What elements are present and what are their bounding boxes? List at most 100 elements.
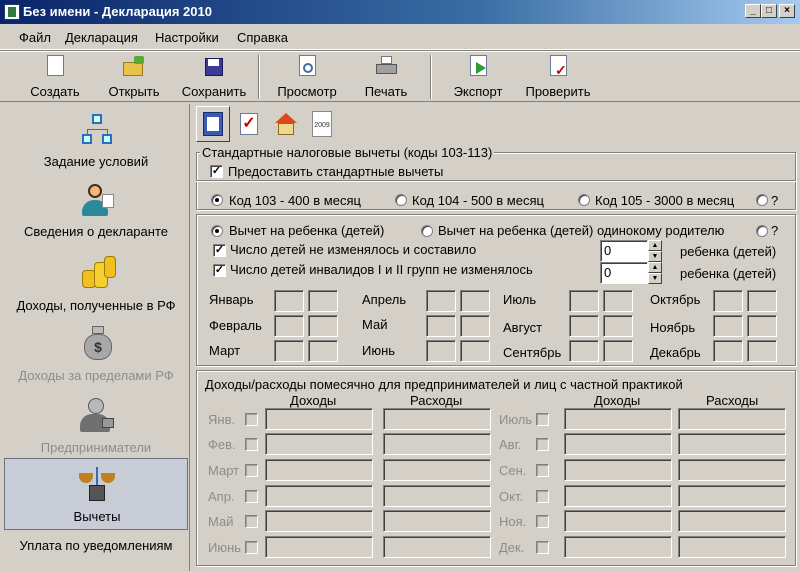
spin-down-icon[interactable]: ▼ (648, 251, 662, 262)
jul-input-2[interactable] (603, 290, 633, 312)
create-button[interactable]: Создать (26, 55, 84, 99)
jan-input-1[interactable] (274, 290, 304, 312)
mar-input-1[interactable] (274, 340, 304, 362)
jun-input-1[interactable] (426, 340, 456, 362)
close-button[interactable]: × (779, 4, 795, 18)
disabled-children-spinner[interactable]: ▲ ▼ (648, 262, 662, 284)
feb-input-2[interactable] (308, 315, 338, 337)
check-button[interactable]: ✓ Проверить (520, 55, 596, 99)
monthly-right-income-input[interactable] (564, 485, 672, 507)
children-unchanged-checkbox[interactable]: ✓ (213, 244, 226, 257)
monthly-left-income-input[interactable] (265, 408, 373, 430)
sidebar-item-declarant[interactable]: Сведения о декларанте (4, 176, 188, 246)
feb-input-1[interactable] (274, 315, 304, 337)
menu-declaration[interactable]: Декларация (65, 30, 138, 45)
monthly-left-expenses-input[interactable] (383, 459, 491, 481)
may-input-1[interactable] (426, 315, 456, 337)
monthly-right-income-input[interactable] (564, 459, 672, 481)
spin-down-icon[interactable]: ▼ (648, 273, 662, 284)
monthly-left-income-input[interactable] (265, 510, 373, 532)
monthly-right-expenses-input[interactable] (678, 408, 786, 430)
sidebar-item-income-rf[interactable]: Доходы, полученные в РФ (4, 248, 188, 318)
jul-input-1[interactable] (569, 290, 599, 312)
monthly-right-checkbox[interactable] (536, 515, 549, 528)
monthly-right-checkbox[interactable] (536, 541, 549, 554)
minimize-button[interactable]: _ (745, 4, 761, 18)
sidebar-item-entrepreneurs[interactable]: Предприниматели (4, 390, 188, 460)
aug-input-2[interactable] (603, 315, 633, 337)
monthly-left-checkbox[interactable] (245, 413, 258, 426)
monthly-right-income-input[interactable] (564, 408, 672, 430)
monthly-left-checkbox[interactable] (245, 438, 258, 451)
preview-button[interactable]: Просмотр (272, 55, 342, 99)
tab-social-deductions[interactable]: ✓ (232, 106, 266, 142)
monthly-left-checkbox[interactable] (245, 515, 258, 528)
apr-input-2[interactable] (460, 290, 490, 312)
maximize-button[interactable]: □ (761, 4, 777, 18)
export-button[interactable]: Экспорт (448, 55, 508, 99)
code-help-radio[interactable] (756, 194, 768, 206)
tab-property-deductions[interactable] (268, 106, 302, 142)
monthly-left-expenses-input[interactable] (383, 433, 491, 455)
monthly-left-income-input[interactable] (265, 536, 373, 558)
mar-input-2[interactable] (308, 340, 338, 362)
spin-up-icon[interactable]: ▲ (648, 262, 662, 273)
sidebar-item-payment[interactable]: Уплата по уведомлениям (4, 536, 188, 560)
menu-help[interactable]: Справка (237, 30, 288, 45)
oct-input-1[interactable] (713, 290, 743, 312)
monthly-right-expenses-input[interactable] (678, 433, 786, 455)
monthly-left-expenses-input[interactable] (383, 408, 491, 430)
sidebar-item-deductions[interactable]: Вычеты (4, 458, 188, 530)
monthly-right-expenses-input[interactable] (678, 459, 786, 481)
children-count-spinner[interactable]: ▲ ▼ (648, 240, 662, 262)
single-parent-radio[interactable] (421, 225, 433, 237)
monthly-right-expenses-input[interactable] (678, 485, 786, 507)
monthly-left-income-input[interactable] (265, 459, 373, 481)
spin-up-icon[interactable]: ▲ (648, 240, 662, 251)
open-button[interactable]: Открыть (104, 55, 164, 99)
code-104-radio[interactable] (395, 194, 407, 206)
dec-input-2[interactable] (747, 340, 777, 362)
monthly-right-checkbox[interactable] (536, 413, 549, 426)
child-help-radio[interactable] (756, 225, 768, 237)
monthly-left-checkbox[interactable] (245, 464, 258, 477)
provide-standard-checkbox[interactable]: ✓ (210, 165, 223, 178)
nov-input-2[interactable] (747, 315, 777, 337)
sep-input-1[interactable] (569, 340, 599, 362)
monthly-left-expenses-input[interactable] (383, 536, 491, 558)
tab-previous-year[interactable]: 2009 (304, 106, 338, 142)
code-103-radio[interactable] (211, 194, 223, 206)
menu-file[interactable]: Файл (19, 30, 51, 45)
jun-input-2[interactable] (460, 340, 490, 362)
monthly-left-income-input[interactable] (265, 485, 373, 507)
jan-input-2[interactable] (308, 290, 338, 312)
monthly-right-expenses-input[interactable] (678, 536, 786, 558)
dec-input-1[interactable] (713, 340, 743, 362)
monthly-left-checkbox[interactable] (245, 541, 258, 554)
monthly-left-expenses-input[interactable] (383, 485, 491, 507)
may-input-2[interactable] (460, 315, 490, 337)
nov-input-1[interactable] (713, 315, 743, 337)
save-button[interactable]: Сохранить (178, 55, 250, 99)
child-deduction-radio[interactable] (211, 225, 223, 237)
sep-input-2[interactable] (603, 340, 633, 362)
monthly-left-expenses-input[interactable] (383, 510, 491, 532)
children-count-input[interactable]: 0 (600, 240, 648, 262)
sidebar-item-conditions[interactable]: Задание условий (4, 106, 188, 176)
sidebar-item-income-abroad[interactable]: $ Доходы за пределами РФ (4, 320, 188, 390)
oct-input-2[interactable] (747, 290, 777, 312)
menu-settings[interactable]: Настройки (155, 30, 219, 45)
disabled-children-count-input[interactable]: 0 (600, 262, 648, 284)
monthly-right-checkbox[interactable] (536, 490, 549, 503)
print-button[interactable]: Печать (360, 55, 412, 99)
apr-input-1[interactable] (426, 290, 456, 312)
monthly-left-income-input[interactable] (265, 433, 373, 455)
monthly-left-checkbox[interactable] (245, 490, 258, 503)
disabled-children-checkbox[interactable]: ✓ (213, 264, 226, 277)
monthly-right-checkbox[interactable] (536, 438, 549, 451)
monthly-right-income-input[interactable] (564, 510, 672, 532)
code-105-radio[interactable] (578, 194, 590, 206)
aug-input-1[interactable] (569, 315, 599, 337)
monthly-right-checkbox[interactable] (536, 464, 549, 477)
tab-standard-deductions[interactable] (196, 106, 230, 142)
